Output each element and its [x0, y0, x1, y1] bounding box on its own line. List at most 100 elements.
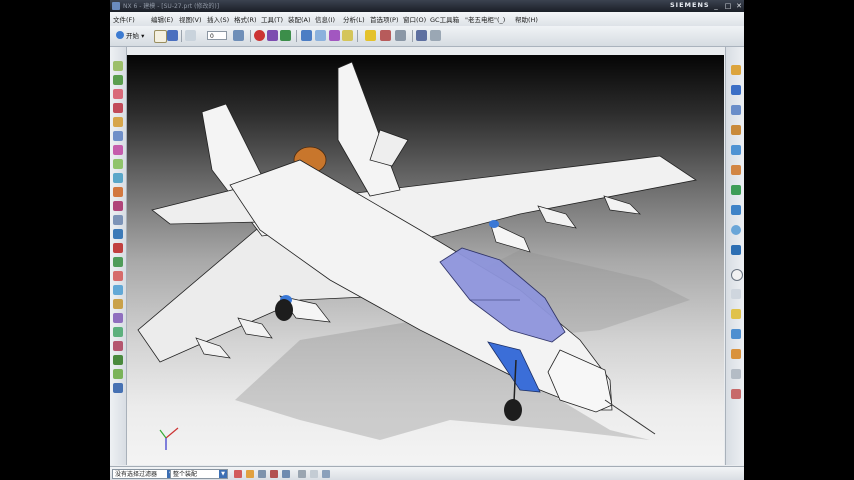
move-object-icon[interactable]: [365, 30, 376, 41]
visualization-icon[interactable]: [731, 309, 741, 319]
snap-center-icon[interactable]: [270, 470, 278, 478]
touch-mode-icon[interactable]: [280, 30, 291, 41]
menu-tools[interactable]: 工具(T): [261, 14, 283, 24]
select-icon[interactable]: [234, 470, 242, 478]
intersect-icon[interactable]: [113, 285, 123, 295]
datum-axis-icon[interactable]: [113, 229, 123, 239]
aircraft-model: [137, 61, 698, 450]
reuse-library-icon[interactable]: [731, 125, 741, 135]
cylinder-icon[interactable]: [113, 173, 123, 183]
point-icon[interactable]: [113, 243, 123, 253]
missile: [537, 205, 577, 229]
main-gear-wheel: [275, 299, 293, 321]
pocket-icon[interactable]: [113, 131, 123, 141]
new-file-icon[interactable]: [154, 30, 167, 43]
history-icon[interactable]: [731, 185, 741, 195]
assembly-navigator-icon[interactable]: [731, 65, 741, 75]
minimize-button[interactable]: _: [712, 2, 720, 10]
sketch-icon[interactable]: [113, 61, 123, 71]
selection-filter-icon[interactable]: [342, 30, 353, 41]
type-filter-value: 没有选择过滤器: [115, 471, 158, 478]
offset-face-icon[interactable]: [113, 383, 123, 393]
constraint-navigator-icon[interactable]: [731, 85, 741, 95]
process-studio-icon[interactable]: [731, 225, 741, 235]
graphics-viewport[interactable]: [127, 55, 724, 465]
web-browser-icon[interactable]: [731, 165, 741, 175]
menu-assembly[interactable]: 装配(A): [288, 14, 311, 24]
nose-gear-wheel: [504, 399, 522, 421]
edit-object-icon[interactable]: [329, 30, 340, 41]
menu-analysis[interactable]: 分析(L): [343, 14, 365, 24]
datum-plane-icon[interactable]: [113, 215, 123, 225]
snap-midpoint-icon[interactable]: [258, 470, 266, 478]
command-finder-icon[interactable]: [233, 30, 244, 41]
window-icon[interactable]: [315, 30, 326, 41]
trim-body-icon[interactable]: [113, 341, 123, 351]
missile: [195, 337, 231, 359]
type-filter-combo[interactable]: 没有选择过滤器▼: [112, 469, 176, 479]
menu-format[interactable]: 格式(R): [234, 14, 257, 24]
scope-filter-combo[interactable]: 整个装配 ▼: [170, 469, 228, 479]
unite-icon[interactable]: [113, 257, 123, 267]
hd3d-tools-icon[interactable]: [731, 145, 741, 155]
show-hide-icon[interactable]: [301, 30, 312, 41]
measure-distance-icon[interactable]: [395, 30, 406, 41]
measure-icon[interactable]: [731, 369, 741, 379]
chamfer-icon[interactable]: [113, 313, 123, 323]
missile: [603, 195, 641, 215]
clock-icon[interactable]: [731, 269, 743, 281]
zoom-icon[interactable]: [430, 30, 441, 41]
subtract-icon[interactable]: [113, 271, 123, 281]
left-resource-toolbar: [110, 47, 127, 465]
pad-icon[interactable]: [113, 145, 123, 155]
menu-window[interactable]: 窗口(O): [403, 14, 426, 24]
shell-icon[interactable]: [113, 327, 123, 337]
layers-icon[interactable]: [731, 289, 741, 299]
boss-icon[interactable]: [113, 117, 123, 127]
menu-custom[interactable]: "老五电柜"(_): [465, 14, 505, 24]
extrude-icon[interactable]: [113, 75, 123, 85]
snap-quadrant-icon[interactable]: [282, 470, 290, 478]
system-materials-icon[interactable]: [731, 205, 741, 215]
menu-preferences[interactable]: 首选项(P): [370, 14, 399, 24]
close-button[interactable]: ✕: [735, 2, 743, 10]
nx-application-window: NX 6 - 建模 - [SU-27.prt (修改的)] SIEMENS _ …: [110, 0, 744, 480]
snap-intersection-icon[interactable]: [322, 470, 330, 478]
triad-x-axis: [165, 427, 179, 439]
toolbar-separator: [412, 30, 413, 42]
sphere-icon[interactable]: [113, 201, 123, 211]
play-icon[interactable]: [267, 30, 278, 41]
render-icon[interactable]: [731, 329, 741, 339]
snap-endpoint-icon[interactable]: [246, 470, 254, 478]
cone-icon[interactable]: [113, 187, 123, 197]
toolbar-separator: [181, 30, 182, 42]
pattern-icon[interactable]: [113, 355, 123, 365]
hole-icon[interactable]: [113, 103, 123, 113]
camera-icon[interactable]: [731, 349, 741, 359]
menu-gc-toolbox[interactable]: GC工具箱: [430, 14, 459, 24]
undo-icon[interactable]: [185, 30, 196, 41]
start-button[interactable]: 开始 ▾: [113, 30, 147, 42]
manufacturing-wizard-icon[interactable]: [731, 245, 741, 255]
menu-help[interactable]: 帮助(H): [515, 14, 538, 24]
snap-point-icon[interactable]: [380, 30, 391, 41]
record-icon[interactable]: [254, 30, 265, 41]
mirror-icon[interactable]: [113, 369, 123, 379]
snap-grid-icon[interactable]: [298, 470, 306, 478]
menu-view[interactable]: 视图(V): [179, 14, 202, 24]
undo-list-combo[interactable]: 0: [207, 31, 227, 40]
snap-existing-point-icon[interactable]: [310, 470, 318, 478]
start-icon: [116, 31, 124, 39]
menu-information[interactable]: 信息(I): [315, 14, 335, 24]
restore-button[interactable]: □: [724, 2, 732, 10]
blend-icon[interactable]: [113, 299, 123, 309]
save-icon[interactable]: [167, 30, 178, 41]
menu-edit[interactable]: 编辑(E): [151, 14, 173, 24]
revolve-icon[interactable]: [113, 89, 123, 99]
part-navigator-icon[interactable]: [731, 105, 741, 115]
menu-insert[interactable]: 插入(S): [207, 14, 229, 24]
section-icon[interactable]: [731, 389, 741, 399]
menu-file[interactable]: 文件(F): [113, 14, 135, 24]
block-icon[interactable]: [113, 159, 123, 169]
fit-view-icon[interactable]: [416, 30, 427, 41]
